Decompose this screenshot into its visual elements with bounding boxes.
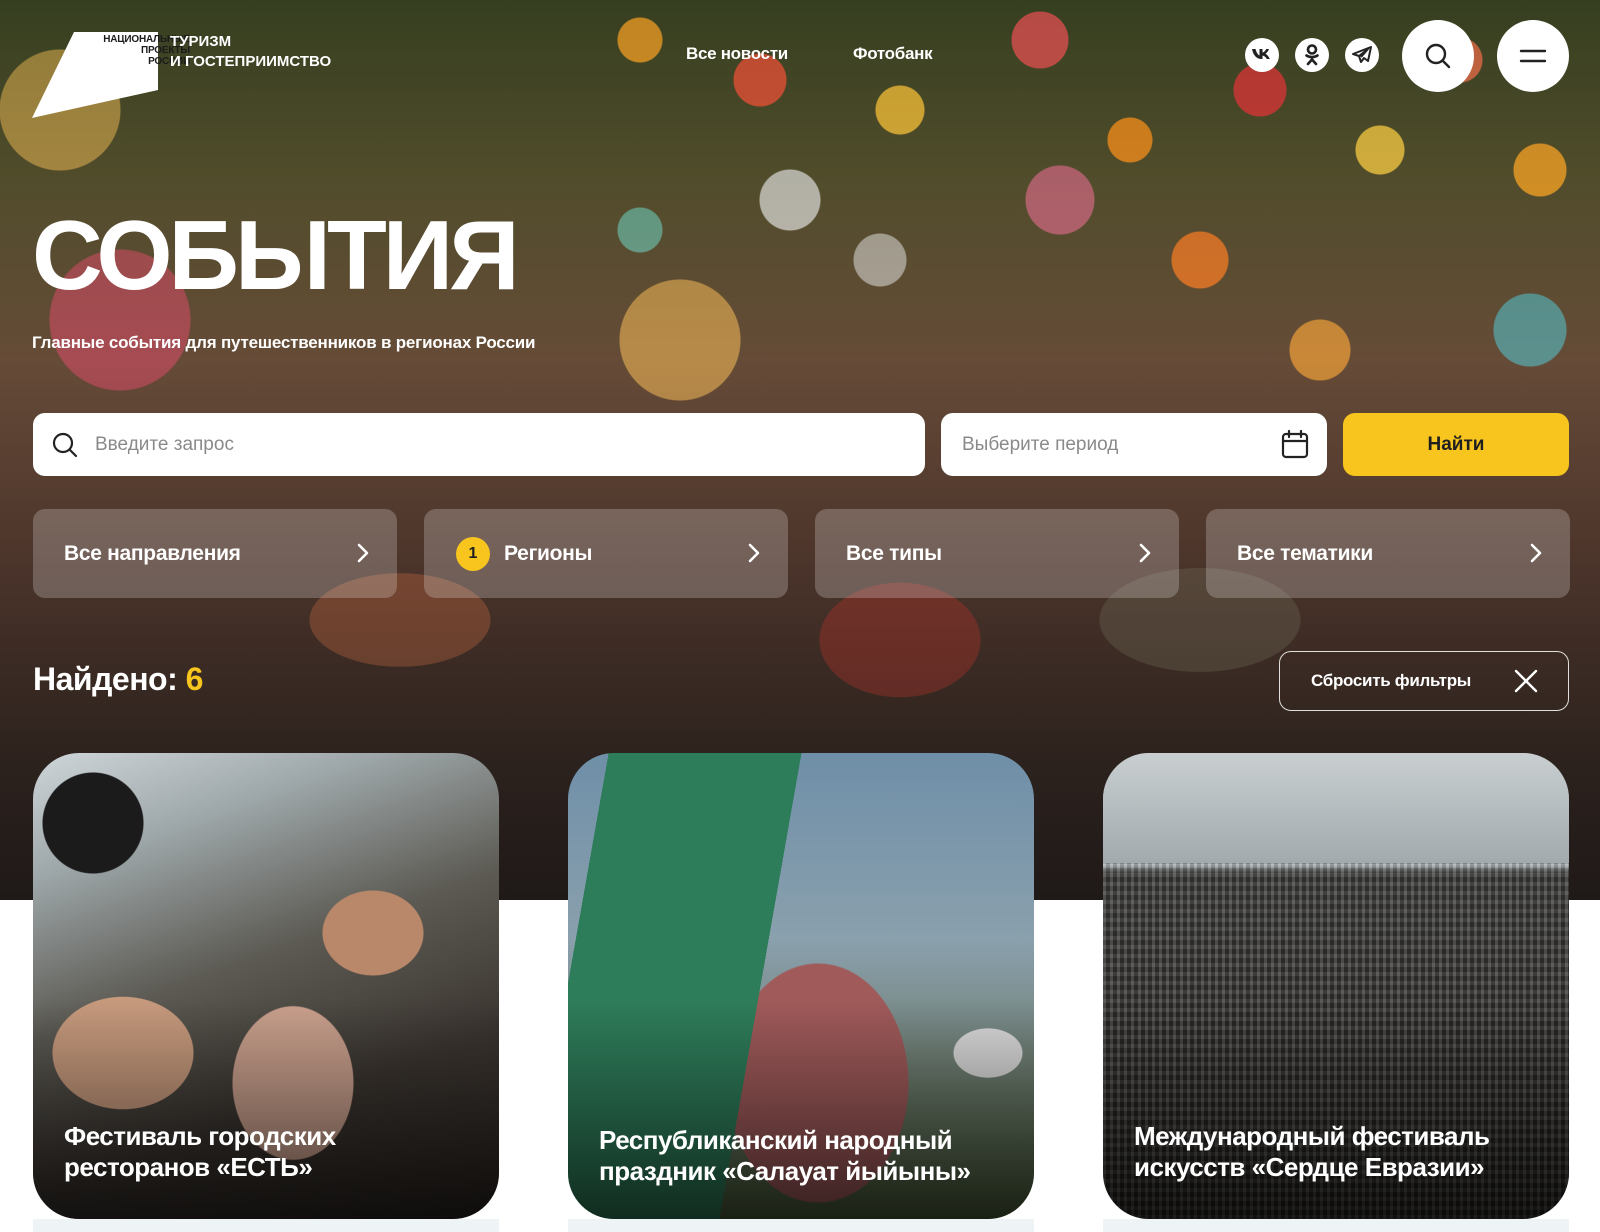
- filter-types[interactable]: Все типы: [815, 509, 1179, 598]
- event-card-title[interactable]: Международный фестиваль искусств «Сердце…: [1134, 1121, 1545, 1183]
- chevron-right-icon: [357, 543, 369, 563]
- found-label: Найдено:: [33, 661, 178, 697]
- search-icon: [1425, 43, 1451, 69]
- logo-title-line-2: И ГОСТЕПРИИМСТВО: [170, 53, 332, 70]
- filter-directions-label: Все направления: [64, 541, 241, 565]
- period-field[interactable]: [941, 413, 1327, 476]
- search-field[interactable]: [33, 413, 925, 476]
- card-footer-strip: [568, 1219, 1034, 1232]
- event-card-title[interactable]: Республиканский народный праздник «Салау…: [599, 1125, 1010, 1187]
- filter-regions-label: Регионы: [504, 541, 593, 565]
- chevron-right-icon: [748, 543, 760, 563]
- event-card[interactable]: Республиканский народный праздник «Салау…: [568, 753, 1034, 1219]
- reset-filters-button[interactable]: Сбросить фильтры: [1279, 651, 1569, 711]
- chevron-right-icon: [1139, 543, 1151, 563]
- telegram-icon[interactable]: [1345, 38, 1379, 72]
- found-count: 6: [185, 661, 204, 697]
- filter-topics[interactable]: Все тематики: [1206, 509, 1570, 598]
- odnoklassniki-icon[interactable]: [1295, 38, 1329, 72]
- search-icon: [51, 431, 79, 459]
- period-input[interactable]: [962, 433, 1252, 456]
- page-subtitle: Главные события для путешественников в р…: [32, 333, 536, 352]
- event-card[interactable]: Международный фестиваль искусств «Сердце…: [1103, 753, 1569, 1219]
- search-input[interactable]: [95, 433, 795, 456]
- results-count: Найдено: 6: [33, 661, 203, 698]
- nav-all-news[interactable]: Все новости: [686, 44, 788, 64]
- filter-regions[interactable]: 1 Регионы: [424, 509, 788, 598]
- calendar-icon[interactable]: [1281, 429, 1309, 464]
- card-footer-strip: [1103, 1219, 1569, 1232]
- card-footer-strip: [33, 1219, 499, 1232]
- nav-photobank[interactable]: Фотобанк: [853, 44, 933, 64]
- reset-filters-label: Сбросить фильтры: [1311, 671, 1472, 690]
- card-shade: [1103, 999, 1569, 1219]
- page-title: СОБЫТИЯ: [32, 200, 520, 310]
- close-icon: [1514, 669, 1538, 693]
- logo-title: ТУРИЗМ И ГОСТЕПРИИМСТВО: [170, 32, 331, 72]
- find-button[interactable]: Найти: [1343, 413, 1569, 476]
- menu-button[interactable]: [1497, 20, 1569, 92]
- search-button[interactable]: [1402, 20, 1474, 92]
- event-card-title[interactable]: Фестиваль городских ресторанов «ЕСТЬ»: [64, 1121, 475, 1183]
- burger-menu-icon: [1519, 49, 1547, 63]
- filter-directions[interactable]: Все направления: [33, 509, 397, 598]
- filter-types-label: Все типы: [846, 541, 942, 565]
- filter-topics-label: Все тематики: [1237, 541, 1373, 565]
- logo-title-line-1: ТУРИЗМ: [170, 33, 232, 50]
- chevron-right-icon: [1530, 543, 1542, 563]
- event-card[interactable]: Фестиваль городских ресторанов «ЕСТЬ»: [33, 753, 499, 1219]
- regions-count-badge: 1: [456, 536, 490, 571]
- vk-icon[interactable]: [1245, 38, 1279, 72]
- card-shade: [33, 999, 499, 1219]
